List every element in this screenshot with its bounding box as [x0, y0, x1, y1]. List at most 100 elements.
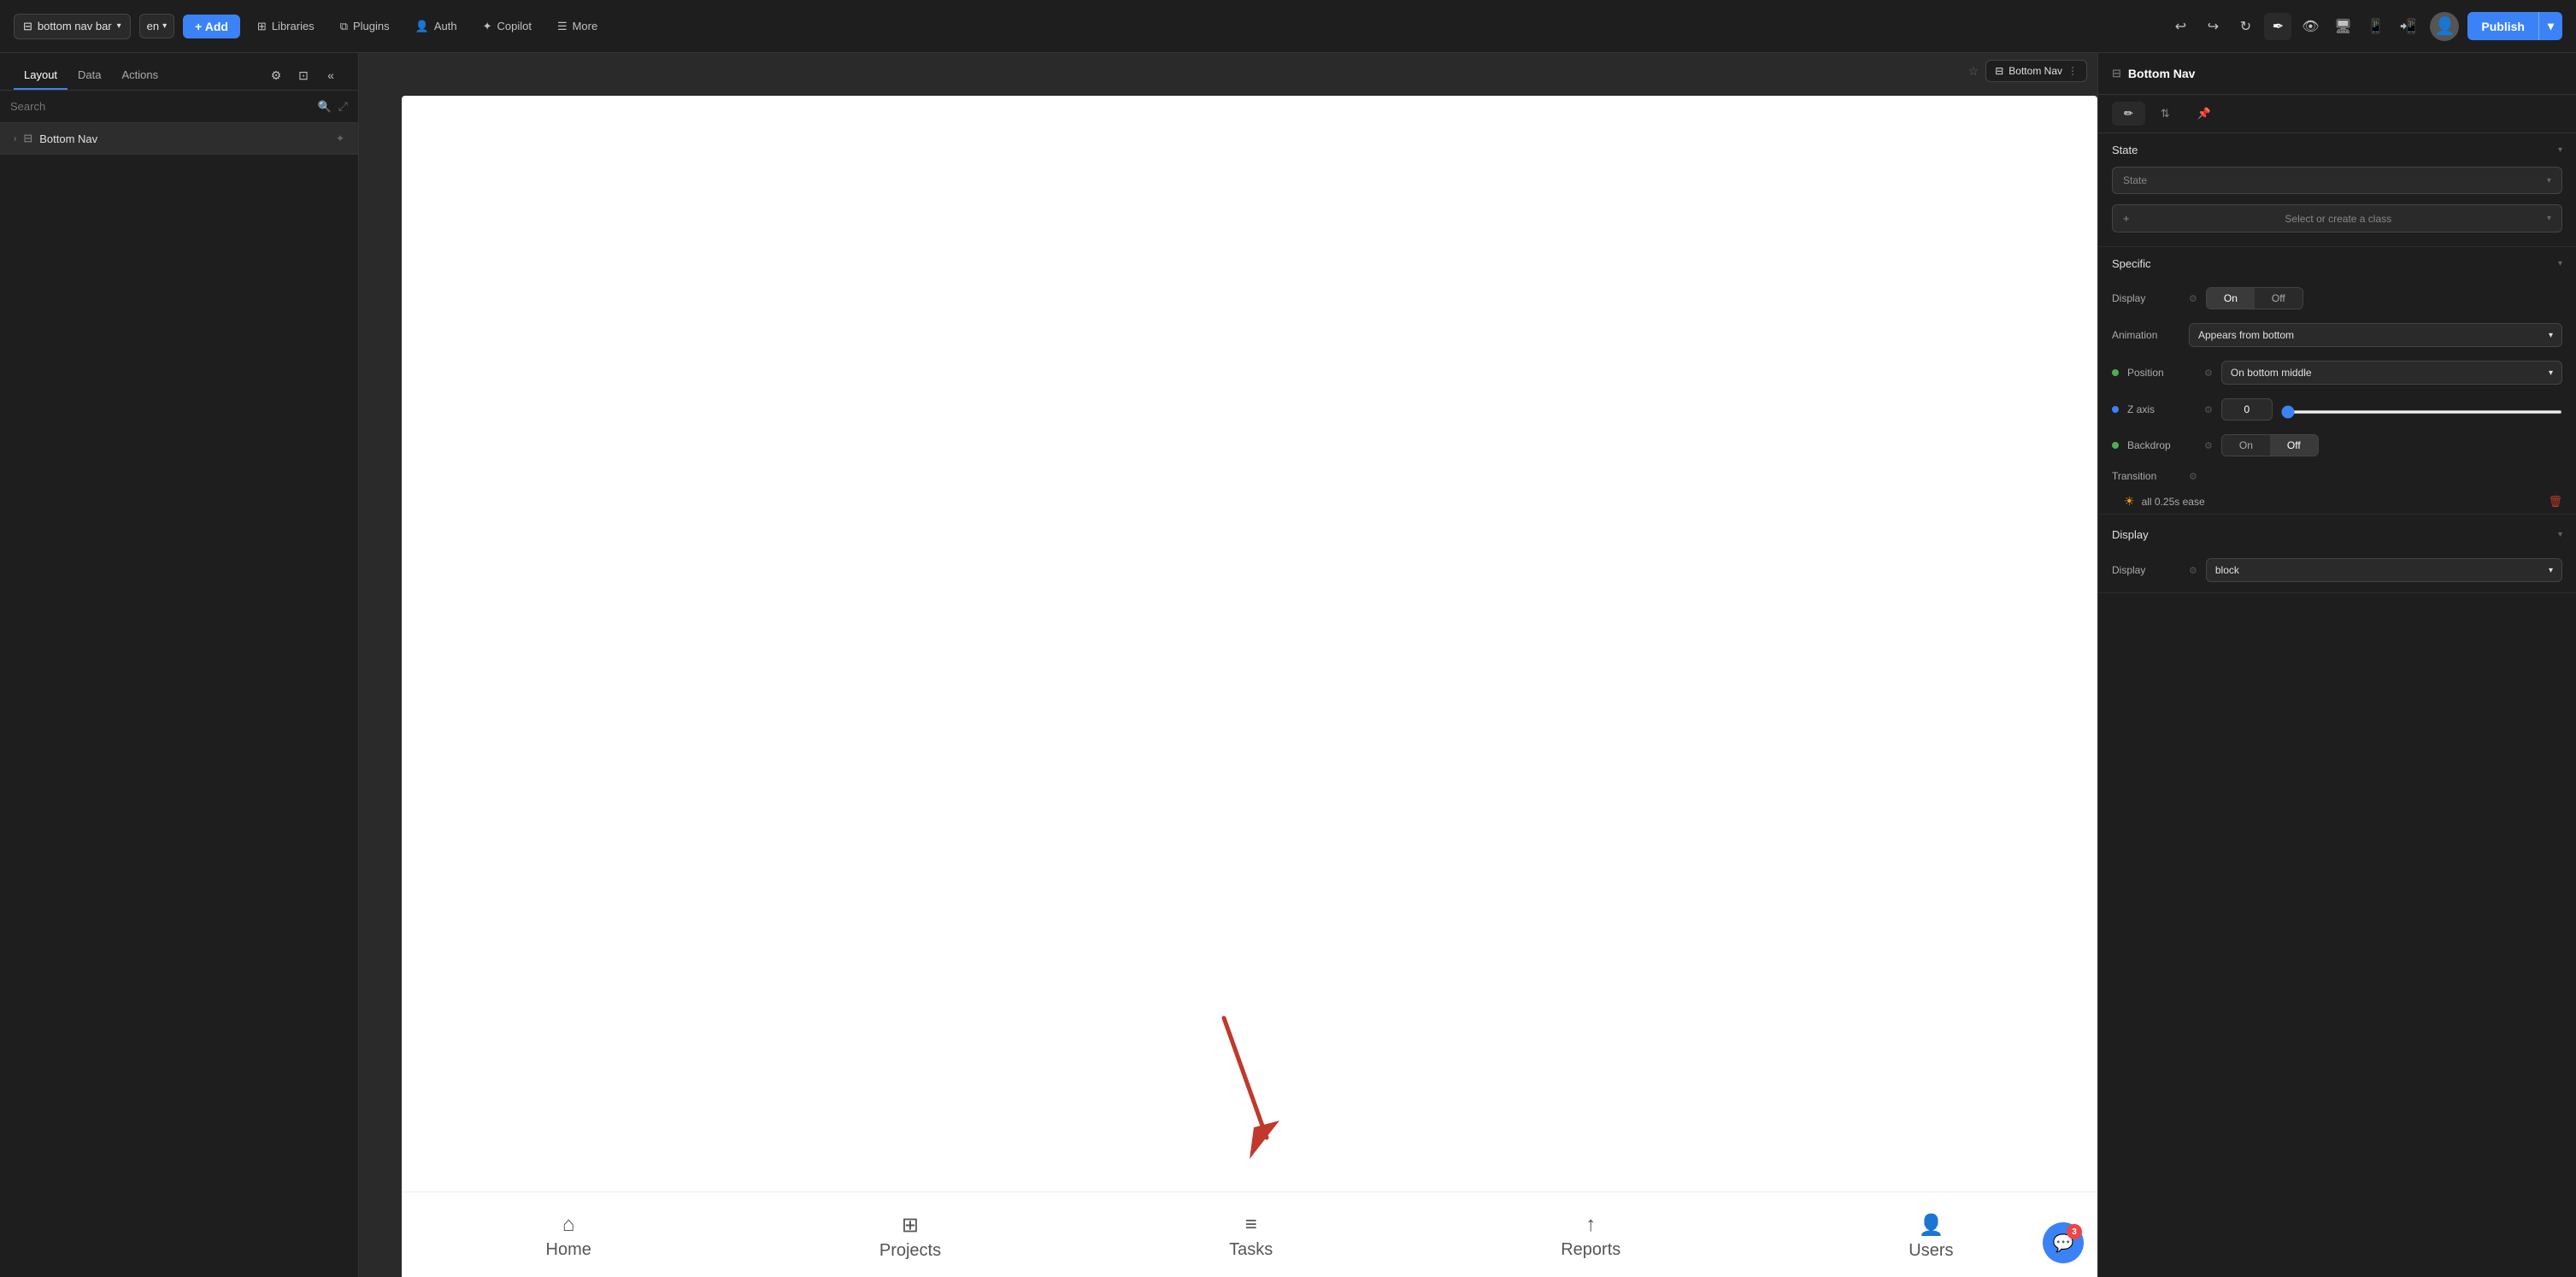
zaxis-slider[interactable]	[2281, 403, 2562, 416]
animation-dropdown[interactable]: Appears from bottom ▾	[2189, 323, 2562, 347]
component-icon: ⊟	[23, 132, 32, 145]
nav-item-tasks[interactable]: ≡ Tasks	[1229, 1213, 1273, 1260]
state-chevron-icon: ▾	[2558, 145, 2562, 155]
display-type-value: block	[2215, 564, 2239, 576]
backdrop-prop-label: Backdrop	[2127, 439, 2196, 451]
display-type-link-icon[interactable]: ⚙	[2189, 565, 2197, 576]
main-layout: Layout Data Actions ⚙ ⊡ « 🔍 ⤢ › ⊟ Bottom…	[0, 53, 2576, 1277]
zaxis-prop-label: Z axis	[2127, 403, 2196, 415]
tree-item-settings-icon[interactable]: ✦	[336, 132, 344, 144]
rp-tab-pin[interactable]: 📌	[2185, 102, 2223, 126]
display-toggle-group: On Off	[2206, 287, 2303, 309]
preview-button[interactable]: 👁	[2297, 13, 2324, 40]
tablet-button[interactable]: 📱	[2361, 13, 2389, 40]
display-section-header[interactable]: Display ▾	[2098, 518, 2576, 551]
nav-item-users[interactable]: 👤 Users	[1908, 1213, 1953, 1261]
plugins-button[interactable]: ⧉ Plugins	[332, 15, 398, 38]
class-plus-icon: +	[2123, 212, 2130, 225]
backdrop-off-button[interactable]: Off	[2270, 435, 2318, 456]
delete-transition-icon[interactable]: 🗑	[2548, 495, 2562, 509]
undo-button[interactable]: ↩	[2167, 13, 2194, 40]
canvas-star-icon[interactable]: ☆	[1968, 64, 1979, 79]
tree-item-label: Bottom Nav	[39, 132, 329, 145]
zaxis-row: Z axis ⚙	[2098, 391, 2576, 427]
notif-inner: 💬 3	[2043, 1222, 2084, 1263]
nav-item-reports[interactable]: ↑ Reports	[1561, 1213, 1620, 1260]
home-icon: ⌂	[562, 1213, 575, 1237]
zaxis-range[interactable]	[2281, 410, 2562, 414]
zaxis-dot	[2112, 406, 2119, 413]
expand-icon: ⤢	[338, 99, 348, 114]
topbar-right: ↩ ↪ ↻ ✒ 👁 🖥 📱 📲 👤 Publish ▾	[2167, 12, 2562, 41]
auth-button[interactable]: 👤 Auth	[407, 15, 466, 38]
refresh-button[interactable]: ↻	[2232, 13, 2259, 40]
desktop-button[interactable]: 🖥	[2329, 13, 2356, 40]
state-dropdown-text: State	[2123, 174, 2147, 186]
nav-item-home[interactable]: ⌂ Home	[546, 1213, 591, 1260]
pen-button[interactable]: ✒	[2264, 13, 2291, 40]
redo-button[interactable]: ↪	[2199, 13, 2226, 40]
position-dropdown[interactable]: On bottom middle ▾	[2221, 361, 2562, 385]
state-dropdown[interactable]: State ▾	[2112, 167, 2562, 194]
display-on-button[interactable]: On	[2207, 288, 2255, 309]
tab-actions[interactable]: Actions	[112, 62, 169, 90]
topbar-icons: ↩ ↪ ↻ ✒ 👁 🖥 📱 📲	[2167, 13, 2421, 40]
specific-section-header[interactable]: Specific ▾	[2098, 247, 2576, 280]
copy-icon[interactable]: ⊡	[290, 62, 317, 89]
mobile-button[interactable]: 📲	[2394, 13, 2421, 40]
zaxis-link-icon[interactable]: ⚙	[2204, 404, 2213, 415]
chip-more-icon[interactable]: ⋮	[2067, 65, 2078, 77]
tree-item-bottom-nav[interactable]: › ⊟ Bottom Nav ✦	[0, 123, 358, 155]
transition-item: ☀ all 0.25s ease 🗑	[2098, 489, 2576, 514]
lang-select[interactable]: en ▾	[139, 14, 175, 38]
copilot-button[interactable]: ✦ Copilot	[474, 15, 540, 38]
libraries-label: Libraries	[272, 20, 315, 32]
search-input[interactable]	[10, 100, 311, 113]
users-label: Users	[1908, 1241, 1953, 1261]
position-link-icon[interactable]: ⚙	[2204, 368, 2213, 379]
display-off-button[interactable]: Off	[2255, 288, 2303, 309]
tab-data[interactable]: Data	[68, 62, 111, 90]
home-label: Home	[546, 1240, 591, 1260]
auth-label: Auth	[434, 20, 457, 32]
more-button[interactable]: ☰ More	[549, 15, 606, 38]
right-panel: ⊟ Bottom Nav ✏ ⇅ 📌 State ▾ State ▾	[2097, 53, 2576, 1277]
page-icon: ⊟	[23, 20, 32, 33]
display-type-dropdown[interactable]: block ▾	[2206, 558, 2562, 582]
publish-chevron-icon[interactable]: ▾	[2538, 12, 2562, 40]
project-name[interactable]: ⊟ bottom nav bar ▾	[14, 14, 131, 39]
transition-value: all 0.25s ease	[2142, 496, 2542, 508]
class-select[interactable]: + Select or create a class ▾	[2112, 204, 2562, 232]
backdrop-on-button[interactable]: On	[2222, 435, 2270, 456]
publish-label: Publish	[2467, 13, 2538, 40]
zaxis-input[interactable]	[2221, 398, 2273, 421]
position-value: On bottom middle	[2231, 367, 2312, 379]
libraries-button[interactable]: ⊞ Libraries	[249, 15, 323, 38]
chip-label: Bottom Nav	[2008, 65, 2062, 77]
collapse-icon[interactable]: «	[317, 62, 344, 89]
hamburger-icon: ☰	[557, 20, 568, 33]
publish-button[interactable]: Publish ▾	[2467, 12, 2562, 40]
libraries-icon: ⊞	[257, 20, 267, 33]
lang-chevron-icon: ▾	[162, 21, 167, 31]
state-section-header[interactable]: State ▾	[2098, 133, 2576, 167]
canvas-component-chip[interactable]: ⊟ Bottom Nav ⋮	[1985, 60, 2087, 82]
settings-icon[interactable]: ⚙	[262, 62, 290, 89]
add-button[interactable]: + Add	[183, 15, 240, 38]
more-label: More	[573, 20, 598, 32]
pin-icon: 📌	[2197, 107, 2211, 121]
rp-tab-sort[interactable]: ⇅	[2149, 102, 2182, 126]
backdrop-link-icon[interactable]: ⚙	[2204, 440, 2213, 451]
rp-tab-edit[interactable]: ✏	[2112, 102, 2145, 126]
display-link-icon[interactable]: ⚙	[2189, 293, 2197, 304]
display-section: Display ▾ Display ⚙ block ▾	[2098, 515, 2576, 593]
animation-prop-row: Animation Appears from bottom ▾	[2098, 316, 2576, 354]
transition-link-icon[interactable]: ⚙	[2189, 471, 2197, 482]
red-arrow	[1198, 1001, 1301, 1174]
state-dropdown-chevron-icon: ▾	[2547, 176, 2551, 185]
notification-badge[interactable]: 💬 3	[2043, 1222, 2084, 1263]
topbar-left: ⊟ bottom nav bar ▾ en ▾ + Add ⊞ Librarie…	[14, 14, 2156, 39]
avatar[interactable]: 👤	[2430, 12, 2459, 41]
tab-layout[interactable]: Layout	[14, 62, 68, 90]
nav-item-projects[interactable]: ⊞ Projects	[879, 1213, 941, 1261]
